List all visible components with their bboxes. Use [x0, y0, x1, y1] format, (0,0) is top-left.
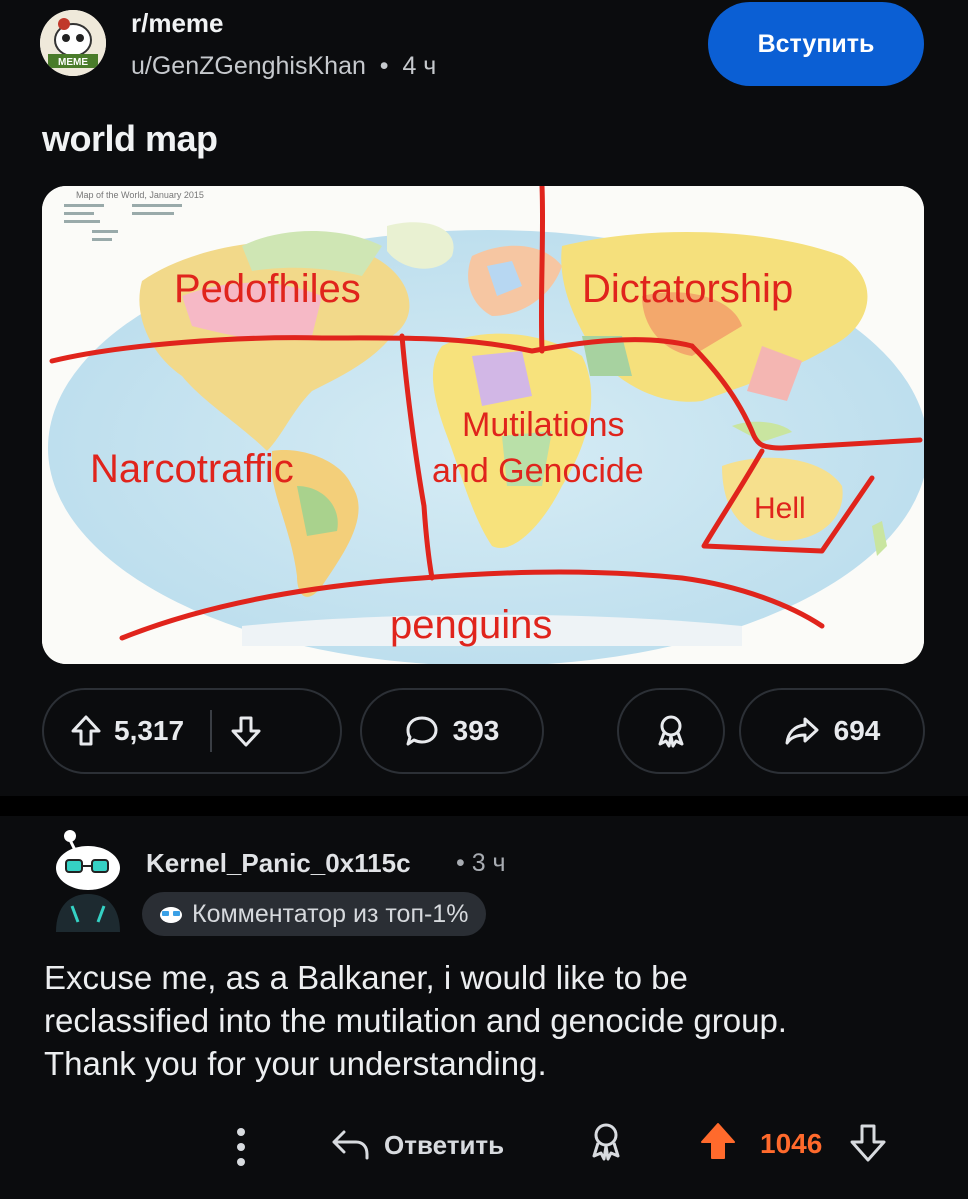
subreddit-avatar[interactable]: MEME — [40, 10, 106, 76]
label-dictatorship: Dictatorship — [582, 267, 793, 311]
post-meta: u/GenZGenghisKhan • 4 ч — [131, 52, 436, 81]
vote-separator — [210, 710, 213, 752]
section-divider — [0, 796, 968, 816]
downvote-icon[interactable] — [230, 714, 262, 748]
meta-separator: • — [456, 849, 472, 877]
post-title[interactable]: world map — [42, 118, 218, 160]
comment-downvote-icon[interactable] — [848, 1120, 888, 1164]
comment-meta: • 3 ч — [456, 849, 506, 878]
comment-line: reclassified into the mutilation and gen… — [44, 1002, 787, 1039]
upvote-count: 5,317 — [114, 715, 185, 746]
comment-count: 393 — [452, 715, 500, 746]
label-narcotraffic: Narcotraffic — [90, 447, 294, 491]
subreddit-name[interactable]: r/meme — [131, 8, 224, 39]
commenter-badge-icon — [158, 903, 184, 925]
svg-text:MEME: MEME — [58, 57, 88, 68]
join-button[interactable]: Вступить — [708, 2, 924, 86]
comment-upvote-icon[interactable] — [698, 1120, 738, 1164]
share-icon — [784, 716, 820, 746]
post-author[interactable]: u/GenZGenghisKhan — [131, 52, 366, 80]
label-penguins: penguins — [390, 603, 552, 647]
reply-button[interactable]: Ответить — [330, 1118, 504, 1172]
award-icon — [655, 714, 687, 748]
share-count: 694 — [833, 715, 881, 746]
comment-award-icon[interactable] — [588, 1120, 624, 1164]
award-button[interactable] — [617, 688, 725, 774]
comment-score: 1046 — [760, 1128, 823, 1159]
comment-line: Thank you for your understanding. — [44, 1045, 547, 1082]
upvote-icon[interactable] — [70, 714, 102, 748]
comment-body: Excuse me, as a Balkaner, i would like t… — [44, 956, 924, 1085]
label-hell: Hell — [754, 492, 806, 525]
label-genocide: and Genocide — [432, 452, 644, 490]
comment-time: 3 ч — [471, 849, 506, 877]
post-time: 4 ч — [402, 52, 437, 80]
commenter-avatar[interactable] — [48, 826, 128, 932]
map-header-text: Map of the World, January 2015 — [76, 190, 204, 200]
post-image[interactable]: Map of the World, January 2015 Pedofhile… — [42, 186, 924, 664]
reply-arrow-icon — [330, 1128, 370, 1162]
more-options-icon[interactable] — [226, 1122, 256, 1172]
comment-line: Excuse me, as a Balkaner, i would like t… — [44, 959, 688, 996]
share-button[interactable]: 694 — [739, 688, 925, 774]
top-commenter-flair: Комментатор из топ-1% — [142, 892, 487, 936]
flair-text: Комментатор из топ-1% — [192, 899, 469, 928]
comments-button[interactable]: 393 — [360, 688, 544, 774]
meta-separator: • — [372, 52, 396, 80]
reply-label: Ответить — [384, 1129, 505, 1160]
world-map-image: Map of the World, January 2015 Pedofhile… — [42, 186, 924, 664]
label-mutilations: Mutilations — [462, 406, 625, 444]
label-pedofhiles: Pedofhiles — [174, 267, 361, 311]
comment-bubble-icon — [405, 715, 439, 747]
vote-pill: 5,317 — [42, 688, 342, 774]
comment-author[interactable]: Kernel_Panic_0x115c — [146, 848, 411, 879]
